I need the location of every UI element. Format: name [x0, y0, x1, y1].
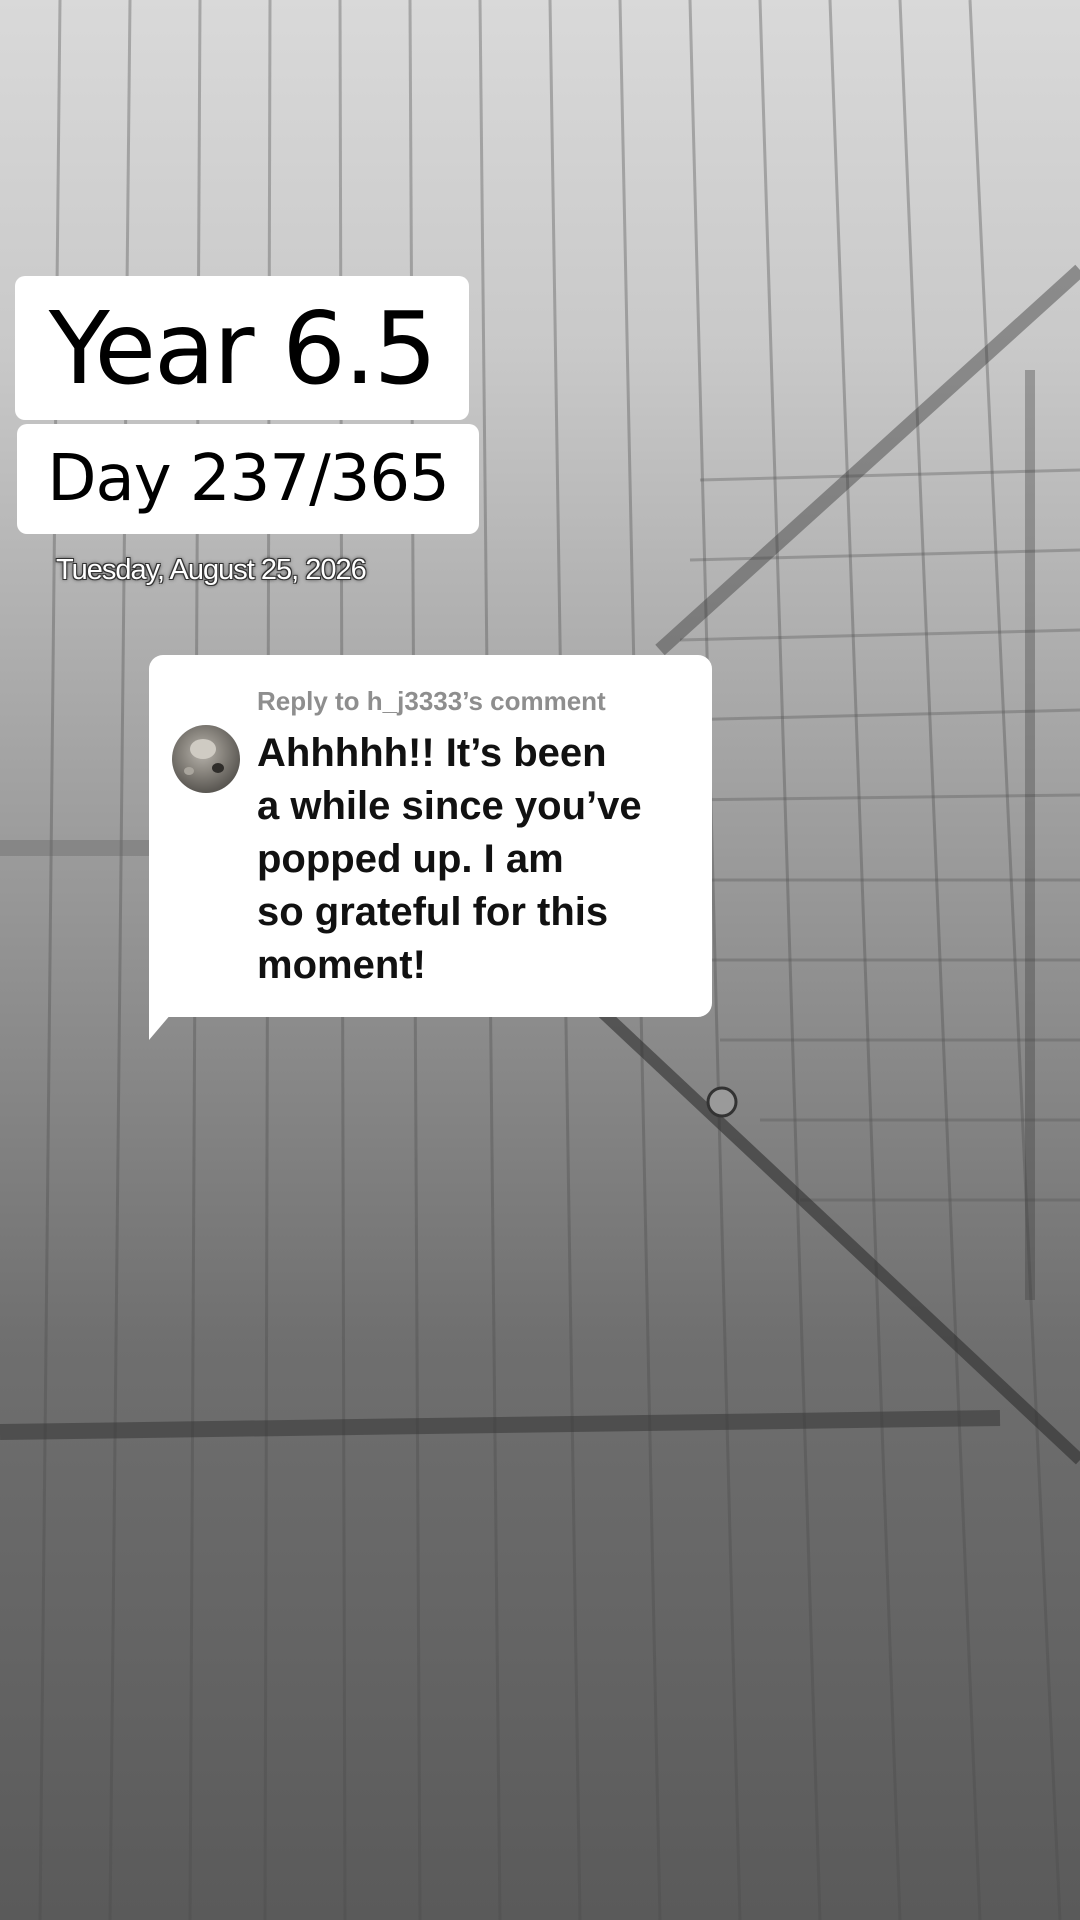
reply-header: Reply to h_j3333’s comment [257, 686, 606, 716]
day-counter-label: Day 237/365 [17, 424, 479, 534]
year-label: Year 6.5 [15, 276, 469, 420]
comment-line: so grateful for this [257, 890, 609, 934]
comment-line: Ahhhhh!! It’s been [257, 731, 607, 775]
date-label: Tuesday, August 25, 2026 [56, 554, 367, 586]
comment-line: popped up. I am [257, 837, 564, 881]
commenter-avatar[interactable] [172, 725, 240, 793]
reply-comment-text: Ahhhhh!! It’s been a while since you’ve … [257, 727, 687, 992]
reply-comment-sticker[interactable]: Reply to h_j3333’s comment Ahhhhh!! It’s… [149, 655, 712, 1017]
comment-line: a while since you’ve [257, 784, 642, 828]
comment-line: moment! [257, 943, 426, 987]
